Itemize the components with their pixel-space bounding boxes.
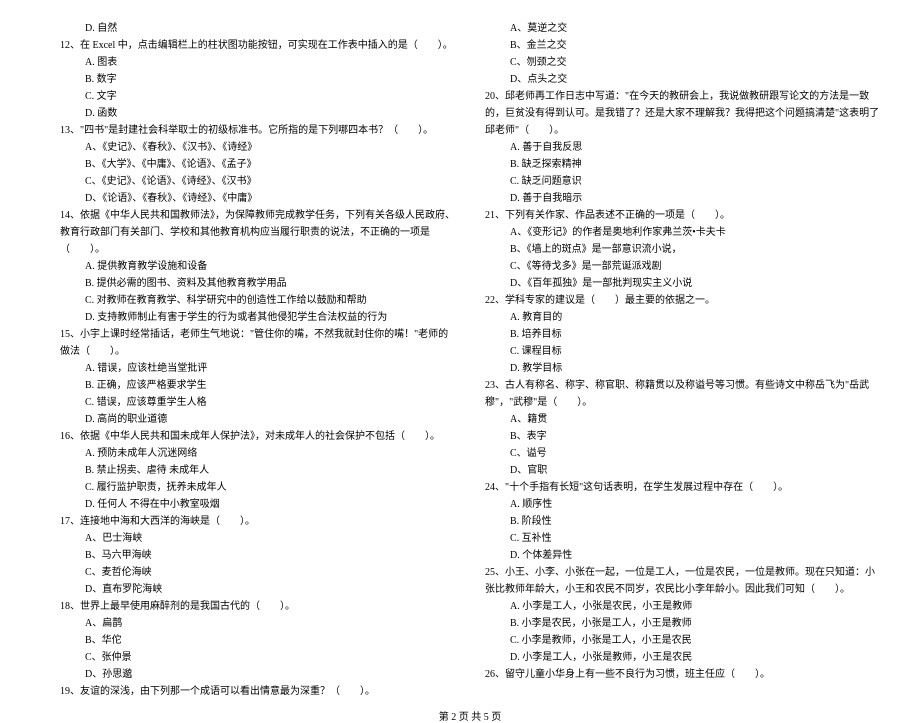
q25-option-a: A. 小李是工人，小张是农民，小王是教师 [485,598,880,615]
q20-option-c: C. 缺乏问题意识 [485,173,880,190]
q22-option-a: A. 教育目的 [485,309,880,326]
q16-option-d: D. 任何人 不得在中小教室吸烟 [60,496,455,513]
q25-stem: 25、小王、小李、小张在一起，一位是工人，一位是农民，一位是教师。现在只知道：小… [485,564,880,598]
q14-option-b: B. 提供必需的图书、资料及其他教育教学用品 [60,275,455,292]
q17-stem: 17、连接地中海和大西洋的海峡是（ ）。 [60,513,455,530]
q17-option-c: C、麦哲伦海峡 [60,564,455,581]
q14-option-c: C. 对教师在教育教学、科学研究中的创造性工作给以鼓励和帮助 [60,292,455,309]
q15-stem: 15、小宇上课时经常插话，老师生气地说："管住你的嘴，不然我就封住你的嘴！"老师… [60,326,455,360]
q12-option-a: A. 图表 [60,54,455,71]
q16-option-b: B. 禁止拐卖、虐待 未成年人 [60,462,455,479]
q15-option-d: D. 高尚的职业道德 [60,411,455,428]
q13-option-b: B、《大学》、《中庸》、《论语》、《孟子》 [60,156,455,173]
q23-option-a: A、籍贯 [485,411,880,428]
q11-option-d: D. 自然 [60,20,455,37]
q24-option-b: B. 阶段性 [485,513,880,530]
q18-option-b: B、华佗 [60,632,455,649]
q19-option-b: B、金兰之交 [485,37,880,54]
q21-option-a: A、《变形记》的作者是奥地利作家弗兰茨•卡夫卡 [485,224,880,241]
q25-option-c: C. 小李是教师，小张是工人，小王是农民 [485,632,880,649]
q23-option-d: D、官职 [485,462,880,479]
q14-stem: 14、依据《中华人民共和国教师法》，为保障教师完成教学任务，下列有关各级人民政府… [60,207,455,258]
q12-option-c: C. 文字 [60,88,455,105]
q22-option-c: C. 课程目标 [485,343,880,360]
q18-option-a: A、扁鹊 [60,615,455,632]
page-footer: 第 2 页 共 5 页 [60,708,880,723]
q20-option-a: A. 善于自我反思 [485,139,880,156]
q23-stem: 23、古人有称名、称字、称官职、称籍贯以及称谥号等习惯。有些诗文中称岳飞为"岳武… [485,377,880,411]
q15-option-b: B. 正确，应该严格要求学生 [60,377,455,394]
q23-option-b: B、表字 [485,428,880,445]
q24-option-c: C. 互补性 [485,530,880,547]
q12-option-b: B. 数字 [60,71,455,88]
q22-option-d: D. 教学目标 [485,360,880,377]
q16-option-a: A. 预防未成年人沉迷网络 [60,445,455,462]
q24-stem: 24、"十个手指有长短"这句话表明，在学生发展过程中存在（ ）。 [485,479,880,496]
q21-stem: 21、下列有关作家、作品表述不正确的一项是（ ）。 [485,207,880,224]
q22-option-b: B. 培养目标 [485,326,880,343]
q18-option-c: C、张仲景 [60,649,455,666]
q20-option-b: B. 缺乏探索精神 [485,156,880,173]
q19-option-c: C、刎颈之交 [485,54,880,71]
q22-stem: 22、学科专家的建议是（ ）最主要的依据之一。 [485,292,880,309]
q16-stem: 16、依据《中华人民共和国未成年人保护法》，对未成年人的社会保护不包括（ ）。 [60,428,455,445]
left-column: D. 自然 12、在 Excel 中，点击编辑栏上的柱状图功能按钮，可实现在工作… [60,20,455,700]
q23-option-c: C、谥号 [485,445,880,462]
q21-option-c: C、《等待戈多》是一部荒诞派戏剧 [485,258,880,275]
q17-option-b: B、马六甲海峡 [60,547,455,564]
q18-option-d: D、孙思邈 [60,666,455,683]
q21-option-d: D、《百年孤独》是一部批判现实主义小说 [485,275,880,292]
q19-stem: 19、友谊的深浅，由下列那一个成语可以看出情意最为深重？（ ）。 [60,683,455,700]
q15-option-c: C. 错误，应该尊重学生人格 [60,394,455,411]
q17-option-d: D、直布罗陀海峡 [60,581,455,598]
q20-stem: 20、邱老师再工作日志中写道："在今天的教研会上，我说做教研跟写论文的方法是一致… [485,88,880,139]
q13-option-a: A、《史记》、《春秋》、《汉书》、《诗经》 [60,139,455,156]
right-column: A、莫逆之交 B、金兰之交 C、刎颈之交 D、点头之交 20、邱老师再工作日志中… [485,20,880,700]
q13-stem: 13、"四书"是封建社会科举取士的初级标准书。它所指的是下列哪四本书？（ ）。 [60,122,455,139]
q13-option-d: D、《论语》、《春秋》、《诗经》、《中庸》 [60,190,455,207]
q25-option-d: D. 小李是工人，小张是教师，小王是农民 [485,649,880,666]
q18-stem: 18、世界上最早使用麻醉剂的是我国古代的（ ）。 [60,598,455,615]
q14-option-d: D. 支持教师制止有害于学生的行为或者其他侵犯学生合法权益的行为 [60,309,455,326]
q17-option-a: A、巴士海峡 [60,530,455,547]
q13-option-c: C、《史记》、《论语》、《诗经》、《汉书》 [60,173,455,190]
q25-option-b: B. 小李是农民，小张是工人，小王是教师 [485,615,880,632]
q12-option-d: D. 函数 [60,105,455,122]
q19-option-d: D、点头之交 [485,71,880,88]
q24-option-a: A. 顺序性 [485,496,880,513]
q24-option-d: D. 个体差异性 [485,547,880,564]
q14-option-a: A. 提供教育教学设施和设备 [60,258,455,275]
q16-option-c: C. 履行监护职责，抚养未成年人 [60,479,455,496]
q15-option-a: A. 错误，应该杜绝当堂批评 [60,360,455,377]
q26-stem: 26、留守儿童小华身上有一些不良行为习惯，班主任应（ ）。 [485,666,880,683]
q19-option-a: A、莫逆之交 [485,20,880,37]
q21-option-b: B、《墙上的斑点》是一部意识流小说， [485,241,880,258]
q20-option-d: D. 善于自我暗示 [485,190,880,207]
q12-stem: 12、在 Excel 中，点击编辑栏上的柱状图功能按钮，可实现在工作表中插入的是… [60,37,455,54]
